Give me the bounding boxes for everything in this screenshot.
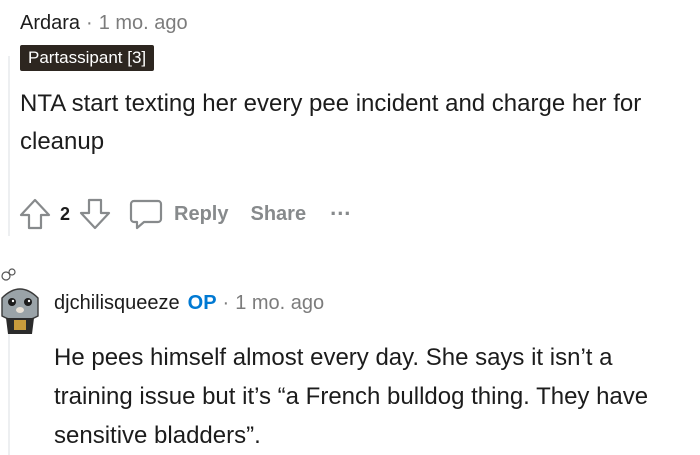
downvote-icon[interactable] <box>78 197 112 231</box>
comment-timestamp[interactable]: 1 mo. ago <box>235 292 324 315</box>
comment-meta: Ardara · 1 mo. ago <box>20 12 680 35</box>
avatar[interactable] <box>0 268 40 334</box>
comment-author[interactable]: Ardara <box>20 12 80 35</box>
comment-actions: 2 Reply Share ... <box>18 195 351 232</box>
user-flair: Partassipant [3] <box>20 45 155 71</box>
meta-separator: · <box>86 12 93 34</box>
thread-line[interactable] <box>8 330 10 455</box>
meta-separator: · <box>222 292 230 314</box>
op-badge: OP <box>187 292 217 314</box>
comment: Ardara · 1 mo. ago Partassipant [3] NTA … <box>20 12 680 161</box>
more-options-button[interactable]: ... <box>330 195 351 221</box>
comment-timestamp[interactable]: 1 mo. ago <box>99 12 188 35</box>
reply-icon[interactable] <box>128 197 164 231</box>
upvote-icon[interactable] <box>18 197 52 231</box>
thread-line[interactable] <box>8 56 10 236</box>
share-button[interactable]: Share <box>250 203 306 226</box>
reply-button[interactable]: Reply <box>174 203 228 226</box>
vote-count: 2 <box>60 203 71 224</box>
comment-meta: djchilisqueeze OP · 1 mo. ago <box>54 292 324 315</box>
comment-body: He pees himself almost every day. She sa… <box>54 344 649 449</box>
comment-author[interactable]: djchilisqueeze <box>54 292 180 315</box>
comment-body: NTA start texting her every pee incident… <box>20 90 642 155</box>
